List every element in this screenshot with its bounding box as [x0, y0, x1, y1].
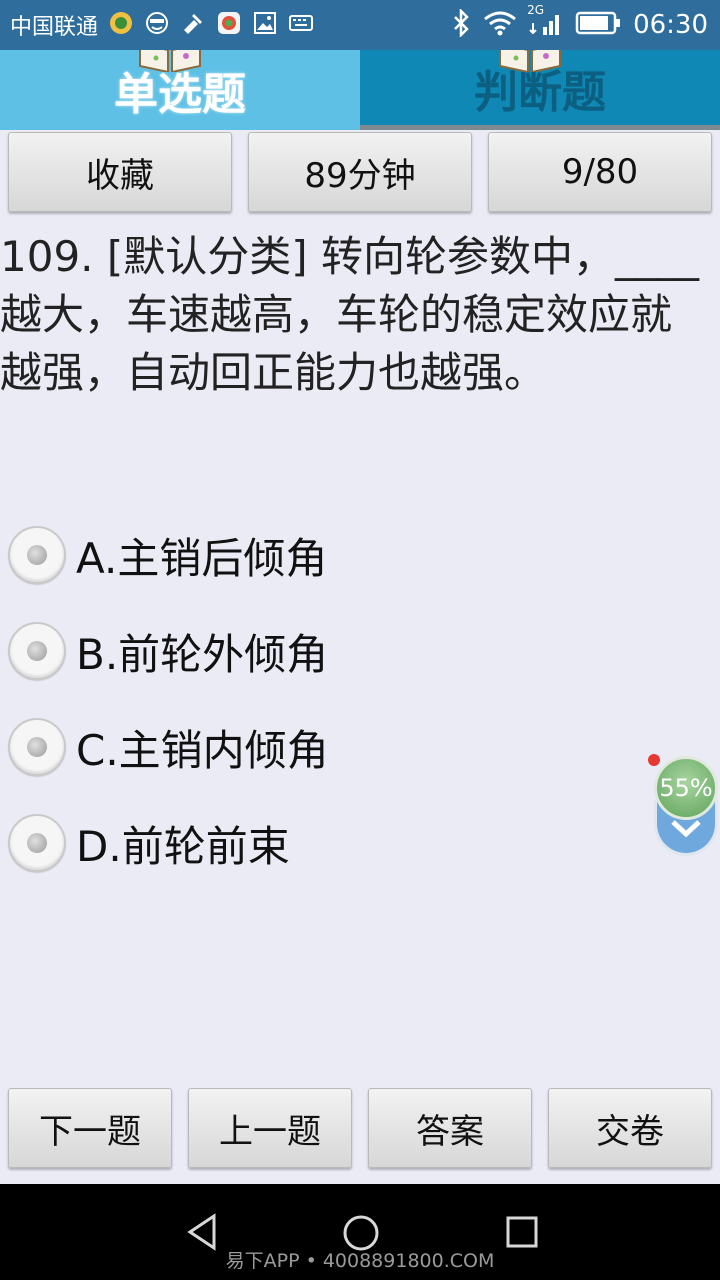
option-label: A.主销后倾角 — [76, 533, 328, 583]
status-bar: 中国联通 2G 06:30 — [0, 0, 720, 50]
memory-percent-badge: 55% — [654, 756, 718, 820]
radio-button[interactable] — [8, 526, 66, 584]
option-d[interactable]: D.前轮前束 — [8, 808, 628, 878]
bottom-toolbar: 下一题 上一题 答案 交卷 — [0, 1086, 720, 1172]
radio-button[interactable] — [8, 718, 66, 776]
navigation-bar: 易下APP • 4008891800.COM — [0, 1184, 720, 1280]
keyboard-icon — [288, 10, 314, 40]
battery-icon — [575, 10, 621, 40]
submit-exam-button[interactable]: 交卷 — [548, 1088, 712, 1168]
floating-assistant-widget[interactable]: 55% — [646, 750, 720, 860]
show-answer-button[interactable]: 答案 — [368, 1088, 532, 1168]
book-icon — [139, 50, 201, 72]
watermark-text: 易下APP • 4008891800.COM — [225, 1250, 495, 1272]
top-toolbar: 收藏 89分钟 9/80 — [0, 130, 720, 216]
progress-button[interactable]: 9/80 — [488, 132, 712, 212]
option-a[interactable]: A.主销后倾角 — [8, 520, 628, 590]
network-type-label: 2G — [527, 3, 544, 17]
favorite-button[interactable]: 收藏 — [8, 132, 232, 212]
option-label: C.主销内倾角 — [76, 725, 329, 775]
tab-single-choice[interactable]: 单选题 — [0, 50, 360, 130]
tools-icon — [180, 10, 206, 40]
browser-icon — [216, 10, 242, 40]
clock: 06:30 — [633, 10, 708, 40]
option-b[interactable]: B.前轮外倾角 — [8, 616, 628, 686]
face-icon — [144, 10, 170, 40]
previous-question-button[interactable]: 上一题 — [188, 1088, 352, 1168]
wifi-icon — [483, 10, 517, 40]
question-type-tabs: 单选题 判断题 — [0, 50, 720, 130]
radio-dot — [27, 833, 47, 853]
app-notification-icon — [108, 10, 134, 40]
signal-icon: 2G — [527, 3, 563, 41]
question-text: 109. [默认分类] 转向轮参数中，____越大，车速越高，车轮的稳定效应就越… — [0, 232, 699, 397]
radio-button[interactable] — [8, 814, 66, 872]
radio-dot — [27, 641, 47, 661]
option-label: B.前轮外倾角 — [76, 629, 329, 679]
book-icon — [499, 50, 561, 72]
radio-dot — [27, 737, 47, 757]
carrier-name: 中国联通 — [10, 15, 99, 40]
radio-button[interactable] — [8, 622, 66, 680]
timer-button[interactable]: 89分钟 — [248, 132, 472, 212]
image-icon — [252, 10, 278, 40]
notification-dot — [648, 754, 660, 766]
option-label: D.前轮前束 — [76, 821, 290, 871]
tab-true-false[interactable]: 判断题 — [360, 50, 720, 130]
radio-dot — [27, 545, 47, 565]
next-question-button[interactable]: 下一题 — [8, 1088, 172, 1168]
bluetooth-icon — [451, 7, 471, 41]
option-c[interactable]: C.主销内倾角 — [8, 712, 628, 782]
